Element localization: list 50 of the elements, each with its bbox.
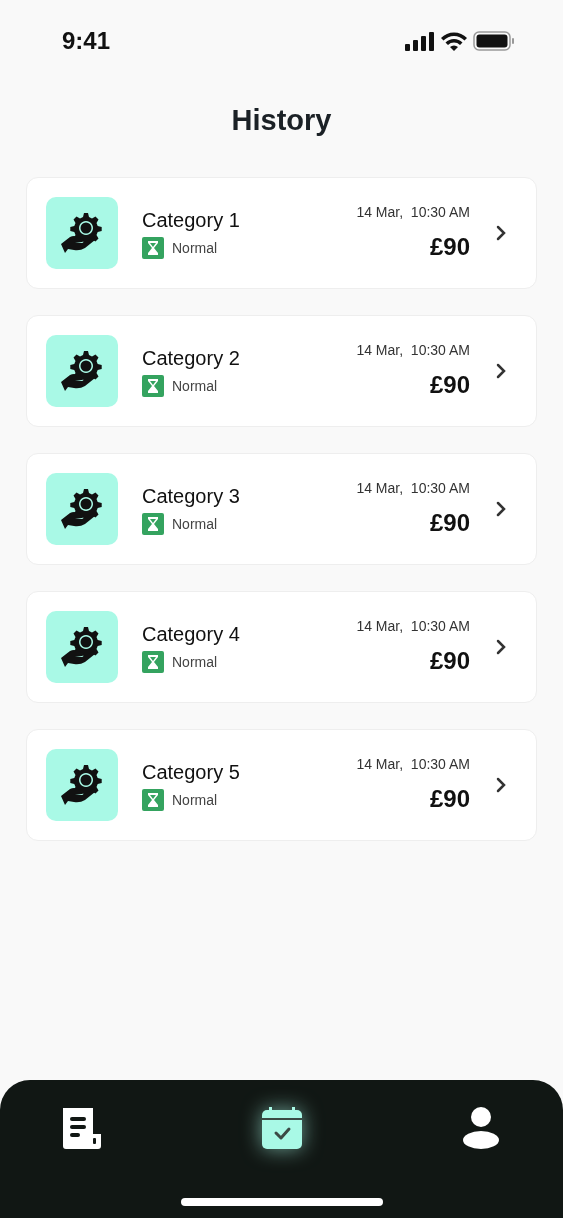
date-time: 14 Mar, 10:30 AM <box>356 478 470 498</box>
wifi-icon <box>441 31 467 51</box>
profile-icon <box>462 1107 500 1149</box>
category-name: Category 3 <box>142 484 241 509</box>
nav-tab[interactable] <box>259 1106 304 1150</box>
hand-gear-icon <box>60 763 104 807</box>
history-card[interactable]: Category 1 Normal 14 Mar, 10:30 AM £90 <box>26 177 537 289</box>
battery-icon <box>473 31 515 51</box>
hourglass-icon <box>142 513 164 535</box>
history-card[interactable]: Category 4 Normal 14 Mar, 10:30 AM £90 <box>26 591 537 703</box>
status-label: Normal <box>172 790 218 810</box>
amount: £90 <box>429 507 470 538</box>
hourglass-icon <box>142 789 164 811</box>
hourglass-icon <box>142 375 164 397</box>
category-name: Category 5 <box>142 760 241 785</box>
hand-gear-icon <box>60 211 104 255</box>
amount: £90 <box>429 369 470 400</box>
category-name: Category 2 <box>142 346 241 371</box>
chevron-right-icon <box>496 639 506 655</box>
date-time: 14 Mar, 10:30 AM <box>356 754 470 774</box>
signal-icon <box>405 31 435 51</box>
page-title: History <box>230 103 333 138</box>
date-time: 14 Mar, 10:30 AM <box>356 616 470 636</box>
hand-gear-icon <box>60 349 104 393</box>
status-label: Normal <box>172 376 218 396</box>
chevron-right-icon <box>496 225 506 241</box>
calendar-check-icon <box>260 1107 303 1149</box>
chevron-right-icon <box>496 363 506 379</box>
history-card[interactable]: Category 5 Normal 14 Mar, 10:30 AM £90 <box>26 729 537 841</box>
chevron-right-icon <box>496 501 506 517</box>
hand-gear-icon <box>60 487 104 531</box>
hourglass-icon <box>142 237 164 259</box>
category-name: Category 1 <box>142 208 241 233</box>
status-label: Normal <box>172 238 218 258</box>
document-icon <box>61 1107 103 1149</box>
status-label: Normal <box>172 514 218 534</box>
hand-gear-icon <box>60 625 104 669</box>
status-time: 9:41 <box>62 26 111 56</box>
amount: £90 <box>429 645 470 676</box>
hourglass-icon <box>142 651 164 673</box>
amount: £90 <box>429 231 470 262</box>
date-time: 14 Mar, 10:30 AM <box>356 340 470 360</box>
category-name: Category 4 <box>142 622 241 647</box>
history-card[interactable]: Category 3 Normal 14 Mar, 10:30 AM £90 <box>26 453 537 565</box>
nav-tab[interactable] <box>60 1106 104 1150</box>
date-time: 14 Mar, 10:30 AM <box>356 202 470 222</box>
amount: £90 <box>429 783 470 814</box>
status-label: Normal <box>172 652 218 672</box>
chevron-right-icon <box>496 777 506 793</box>
history-card[interactable]: Category 2 Normal 14 Mar, 10:30 AM £90 <box>26 315 537 427</box>
